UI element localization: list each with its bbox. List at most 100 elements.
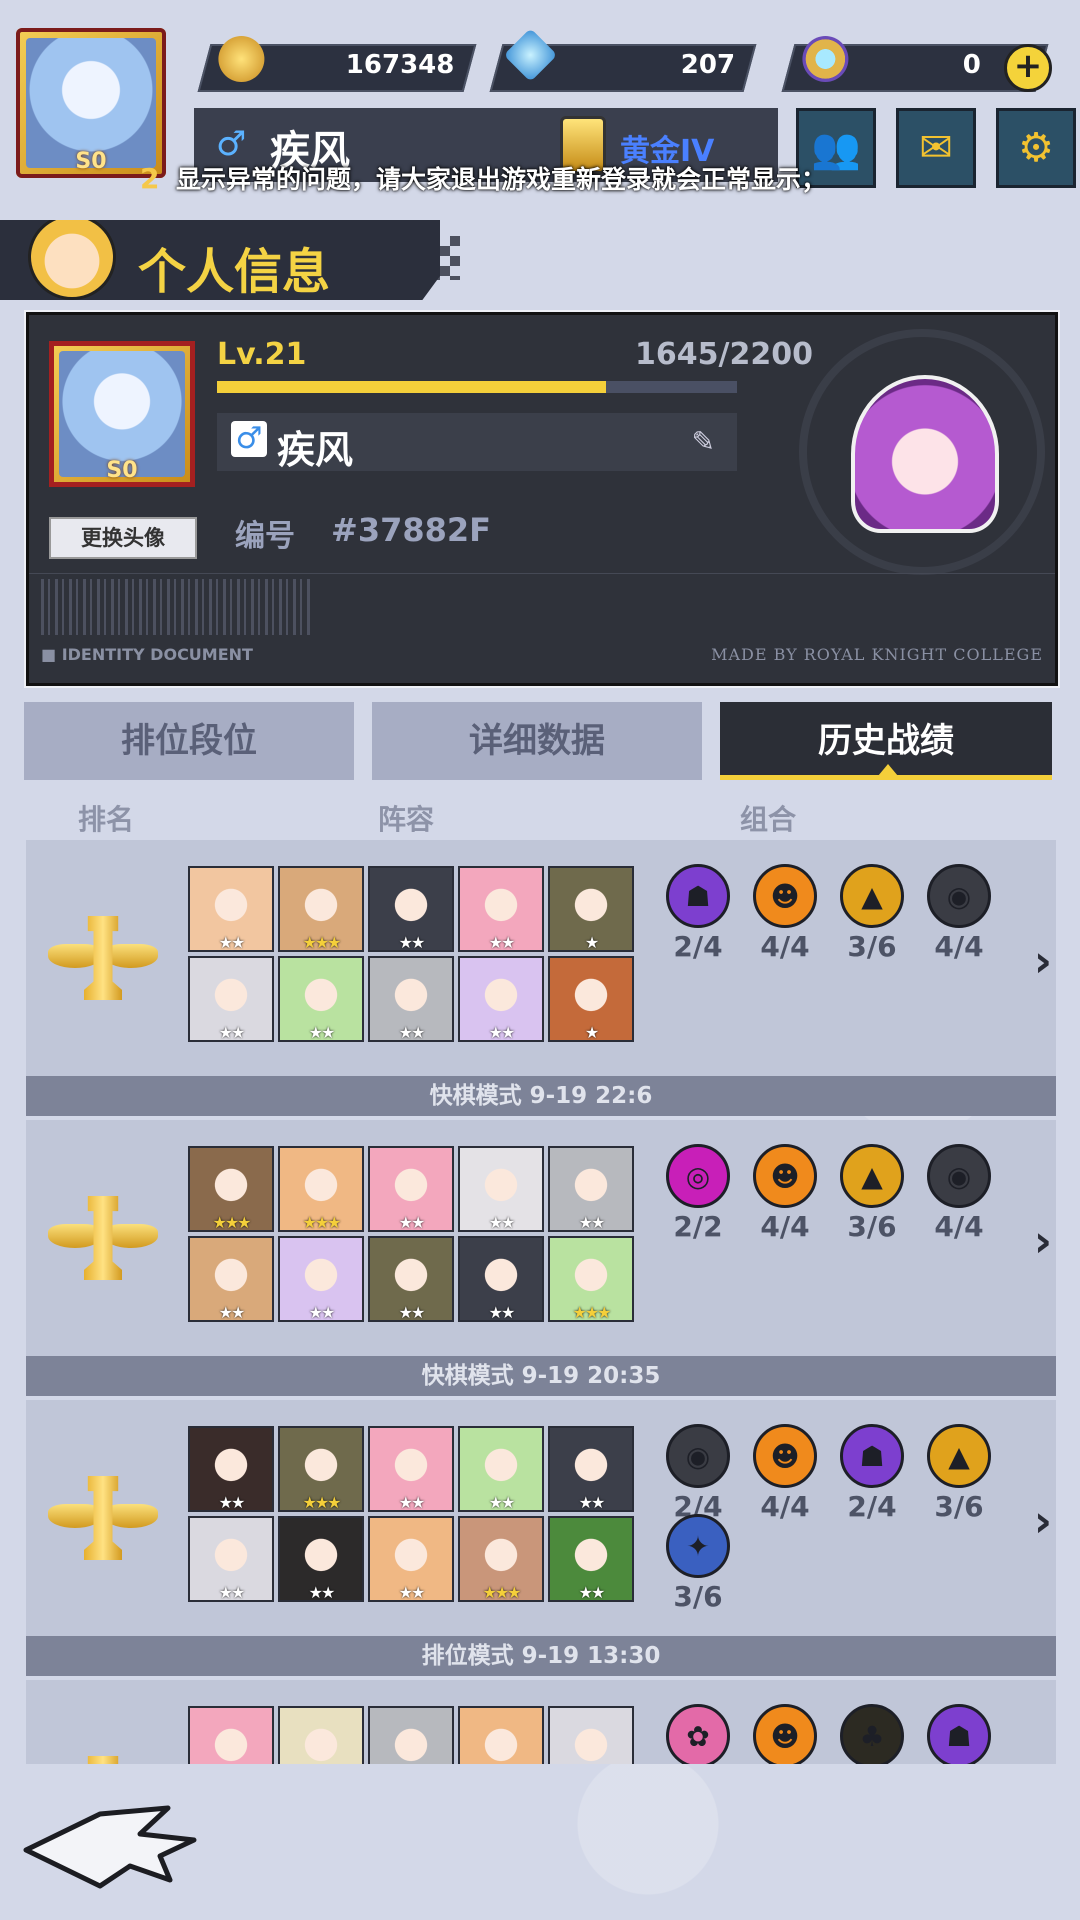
hero-portrait[interactable]: ★★ xyxy=(368,1426,454,1512)
match-row[interactable]: ★★ ★★★ ★★ ★★ ★★ ★★ ★★ ★★ ★★★ ★★ ◉ 2/4 ☻ 4/4 ☗ 2/4 ▲ 3/6 ✦ 3… xyxy=(26,1400,1056,1676)
character-portrait[interactable] xyxy=(851,375,999,533)
trait-combo[interactable]: ▲ 3/6 xyxy=(832,1144,912,1243)
change-avatar-button[interactable]: 更换头像 xyxy=(49,517,197,559)
trait-icon: ♣ xyxy=(840,1704,904,1764)
hero-portrait[interactable]: ★★ xyxy=(368,866,454,952)
tab-detail-stats[interactable]: 详细数据 xyxy=(372,702,702,780)
hero-portrait[interactable]: ★★ xyxy=(368,1146,454,1232)
hero-portrait[interactable]: ★★★ xyxy=(548,1236,634,1322)
hero-stars: ★★ xyxy=(218,1493,246,1512)
hero-portrait[interactable]: ★★★ xyxy=(188,1146,274,1232)
drum-coin-icon xyxy=(218,36,265,82)
hero-stars: ★★★ xyxy=(482,1583,521,1602)
hero-portrait[interactable]: ★★★ xyxy=(278,866,364,952)
hero-portrait[interactable]: ★★ xyxy=(458,956,544,1042)
trait-combo[interactable]: ◎ 2/2 xyxy=(658,1144,738,1243)
hero-portrait[interactable]: ★★ xyxy=(188,866,274,952)
mail-button[interactable]: ✉ xyxy=(896,108,976,188)
hero-portrait[interactable]: ★★ xyxy=(458,1146,544,1232)
edit-name-icon[interactable]: ✎ xyxy=(692,425,715,458)
trait-count: 3/6 xyxy=(673,1580,723,1613)
hero-portrait[interactable]: ★★ xyxy=(368,1516,454,1602)
hero-stars: ★★★ xyxy=(302,1493,341,1512)
column-lineup: 阵容 xyxy=(378,803,435,836)
hero-portrait[interactable]: ★★★ xyxy=(458,1516,544,1602)
chevron-right-icon[interactable]: › xyxy=(1034,936,1052,987)
hero-portrait[interactable]: ★ xyxy=(548,866,634,952)
hero-portrait[interactable]: ★★ xyxy=(458,1236,544,1322)
hero-portrait[interactable]: ★★ xyxy=(278,956,364,1042)
hero-portrait[interactable]: ★ xyxy=(548,956,634,1042)
trait-icon: ◉ xyxy=(927,1144,991,1208)
hero-portrait[interactable]: ★★ xyxy=(458,1426,544,1512)
rank-trophy-icon xyxy=(48,1190,158,1282)
trait-combo[interactable]: ♣ xyxy=(832,1704,912,1764)
trait-combo[interactable]: ◉ 4/4 xyxy=(919,864,999,963)
trait-combo[interactable]: ◉ 2/4 xyxy=(658,1424,738,1523)
match-row[interactable]: ★★ ★★★ ★★ ★★ ★ ★★ ★★ ★★ ★★ ★ ☗ 2/4 ☻ 4/4 ▲ 3/6 ◉ 4/4 › 快棋模式… xyxy=(26,840,1056,1116)
hero-portrait[interactable]: ★★ xyxy=(368,1236,454,1322)
trait-count: 3/6 xyxy=(934,1490,984,1523)
exp-bar xyxy=(217,381,737,393)
match-row[interactable]: ★★★ ★★★ ★★ ★★ ★★ ★★ ★★ ★★ ★★ ★★★ ◎ 2/2 ☻ 4/4 ▲ 3/6 ◉ 4/4 ›… xyxy=(26,1120,1056,1396)
trait-combo[interactable]: ☻ 4/4 xyxy=(745,864,825,963)
hero-portrait[interactable]: ★★ xyxy=(188,1516,274,1602)
trait-combo[interactable]: ▲ 3/6 xyxy=(919,1424,999,1523)
diamond-value: 207 xyxy=(680,50,735,80)
trait-combo[interactable]: ☻ 4/4 xyxy=(745,1144,825,1243)
back-button[interactable] xyxy=(20,1800,200,1892)
hero-portrait[interactable] xyxy=(278,1706,364,1764)
trait-icon: ◉ xyxy=(666,1424,730,1488)
gold-value: 167348 xyxy=(346,50,455,80)
hero-portrait[interactable] xyxy=(188,1706,274,1764)
back-arrow-icon xyxy=(23,1805,197,1889)
hero-portrait[interactable] xyxy=(548,1706,634,1764)
hero-portrait[interactable]: ★★ xyxy=(188,1426,274,1512)
trait-icon: ▲ xyxy=(840,1144,904,1208)
trait-combo[interactable]: ✦ 3/6 xyxy=(658,1514,738,1613)
trait-icon: ☻ xyxy=(753,1424,817,1488)
top-avatar[interactable]: S0 xyxy=(16,28,166,178)
trait-combo[interactable]: ✿ xyxy=(658,1704,738,1764)
trait-count: 4/4 xyxy=(760,1490,810,1523)
trait-combo[interactable]: ☗ 2/4 xyxy=(658,864,738,963)
hero-stars: ★★ xyxy=(578,1213,606,1232)
chevron-right-icon[interactable]: › xyxy=(1034,1216,1052,1267)
hero-portrait[interactable]: ★★ xyxy=(278,1236,364,1322)
hero-portrait[interactable]: ★★ xyxy=(188,1236,274,1322)
hero-portrait[interactable]: ★★ xyxy=(278,1516,364,1602)
hero-portrait[interactable]: ★★★ xyxy=(278,1426,364,1512)
hero-portrait[interactable] xyxy=(458,1706,544,1764)
trait-count: 3/6 xyxy=(847,930,897,963)
tab-rank-tier[interactable]: 排位段位 xyxy=(24,702,354,780)
hero-stars: ★★★ xyxy=(302,1213,341,1232)
trait-combo[interactable]: ▲ 3/6 xyxy=(832,864,912,963)
settings-button[interactable]: ⚙ xyxy=(996,108,1076,188)
profile-avatar[interactable]: S0 xyxy=(49,341,195,487)
add-currency-button[interactable]: + xyxy=(1004,44,1052,92)
trait-combo[interactable]: ☗ 2/4 xyxy=(832,1424,912,1523)
hero-portrait[interactable]: ★★★ xyxy=(278,1146,364,1232)
hero-portrait[interactable]: ★★ xyxy=(548,1516,634,1602)
match-history-list[interactable]: ★★ ★★★ ★★ ★★ ★ ★★ ★★ ★★ ★★ ★ ☗ 2/4 ☻ 4/4 ▲ 3/6 ◉ 4/4 › 快棋模式… xyxy=(0,840,1080,1764)
column-rank: 排名 xyxy=(78,803,135,836)
trait-combo[interactable]: ◉ 4/4 xyxy=(919,1144,999,1243)
token-ring-icon xyxy=(802,36,849,82)
hero-portrait[interactable]: ★★ xyxy=(188,956,274,1042)
hero-stars: ★★ xyxy=(308,1023,336,1042)
token-value: 0 xyxy=(962,50,981,80)
hero-portrait[interactable]: ★★ xyxy=(458,866,544,952)
hero-portrait[interactable]: ★★ xyxy=(368,956,454,1042)
trait-combo[interactable]: ☻ xyxy=(745,1704,825,1764)
hero-portrait[interactable]: ★★ xyxy=(548,1146,634,1232)
hero-stars: ★★ xyxy=(308,1583,336,1602)
trait-combo[interactable]: ☻ 4/4 xyxy=(745,1424,825,1523)
trait-combo[interactable]: ☗ xyxy=(919,1704,999,1764)
active-tab-indicator xyxy=(878,764,898,776)
chevron-right-icon[interactable]: › xyxy=(1034,1496,1052,1547)
hero-portrait[interactable] xyxy=(368,1706,454,1764)
match-row[interactable]: ✿☻♣☗› xyxy=(26,1680,1056,1764)
hero-stars: ★★ xyxy=(488,933,516,952)
trait-count: 4/4 xyxy=(760,930,810,963)
hero-portrait[interactable]: ★★ xyxy=(548,1426,634,1512)
